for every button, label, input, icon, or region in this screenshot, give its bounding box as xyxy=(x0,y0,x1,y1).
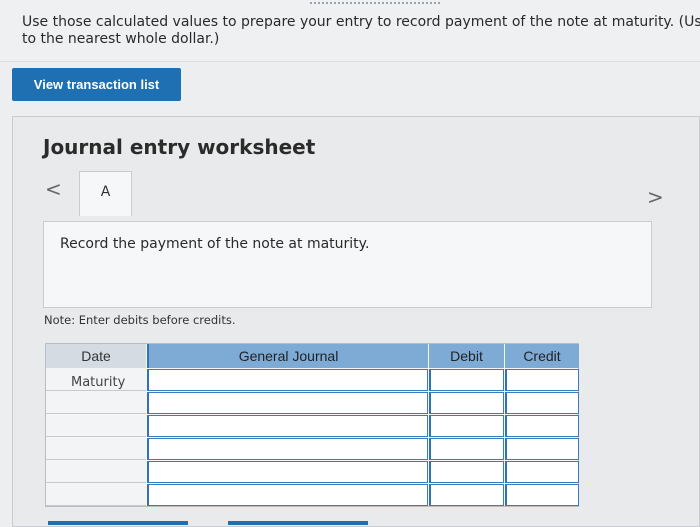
tab-a-label: A xyxy=(100,184,111,200)
credit-input[interactable] xyxy=(505,461,579,483)
table-row xyxy=(46,438,579,460)
description-text: Record the payment of the note at maturi… xyxy=(60,236,370,252)
dotted-divider xyxy=(310,2,440,4)
table-row: Maturity xyxy=(46,369,579,391)
credit-input[interactable] xyxy=(505,369,579,391)
header-debit: Debit xyxy=(429,344,504,368)
date-cell xyxy=(46,461,146,483)
entry-note: Note: Enter debits before credits. xyxy=(44,313,236,327)
credit-input[interactable] xyxy=(505,438,579,460)
tab-a[interactable]: A xyxy=(79,171,132,216)
bottom-button-edge-left xyxy=(48,521,188,525)
next-arrow-icon[interactable]: > xyxy=(647,185,664,209)
instructions-line-2: to the nearest whole dollar.) xyxy=(22,31,220,47)
transaction-description: Record the payment of the note at maturi… xyxy=(43,221,652,308)
date-cell: Maturity xyxy=(46,369,146,391)
table-row xyxy=(46,461,579,483)
journal-entry-worksheet: Journal entry worksheet < A > Record the… xyxy=(12,116,700,527)
view-transaction-list-button[interactable]: View transaction list xyxy=(12,68,181,101)
header-general-journal: General Journal xyxy=(147,344,428,368)
date-cell xyxy=(46,484,146,506)
debit-input[interactable] xyxy=(429,461,504,483)
journal-table: Date General Journal Debit Credit Maturi… xyxy=(45,343,579,507)
date-cell xyxy=(46,415,146,437)
table-row xyxy=(46,484,579,506)
date-cell xyxy=(46,438,146,460)
account-input[interactable] xyxy=(147,392,428,414)
prev-arrow-icon[interactable]: < xyxy=(45,177,62,201)
instructions-line-1: Use those calculated values to prepare y… xyxy=(22,14,700,30)
table-row xyxy=(46,415,579,437)
debit-input[interactable] xyxy=(429,438,504,460)
header-date: Date xyxy=(46,344,146,368)
credit-input[interactable] xyxy=(505,484,579,506)
header-credit: Credit xyxy=(505,344,579,368)
table-row xyxy=(46,392,579,414)
account-input[interactable] xyxy=(147,415,428,437)
account-input[interactable] xyxy=(147,484,428,506)
debit-input[interactable] xyxy=(429,484,504,506)
debit-input[interactable] xyxy=(429,369,504,391)
account-input[interactable] xyxy=(147,438,428,460)
bottom-button-edge-right xyxy=(228,521,368,525)
account-input[interactable] xyxy=(147,369,428,391)
debit-input[interactable] xyxy=(429,415,504,437)
worksheet-title: Journal entry worksheet xyxy=(43,135,316,159)
instructions-banner: Use those calculated values to prepare y… xyxy=(0,0,700,62)
debit-input[interactable] xyxy=(429,392,504,414)
account-input[interactable] xyxy=(147,461,428,483)
credit-input[interactable] xyxy=(505,392,579,414)
date-cell xyxy=(46,392,146,414)
credit-input[interactable] xyxy=(505,415,579,437)
